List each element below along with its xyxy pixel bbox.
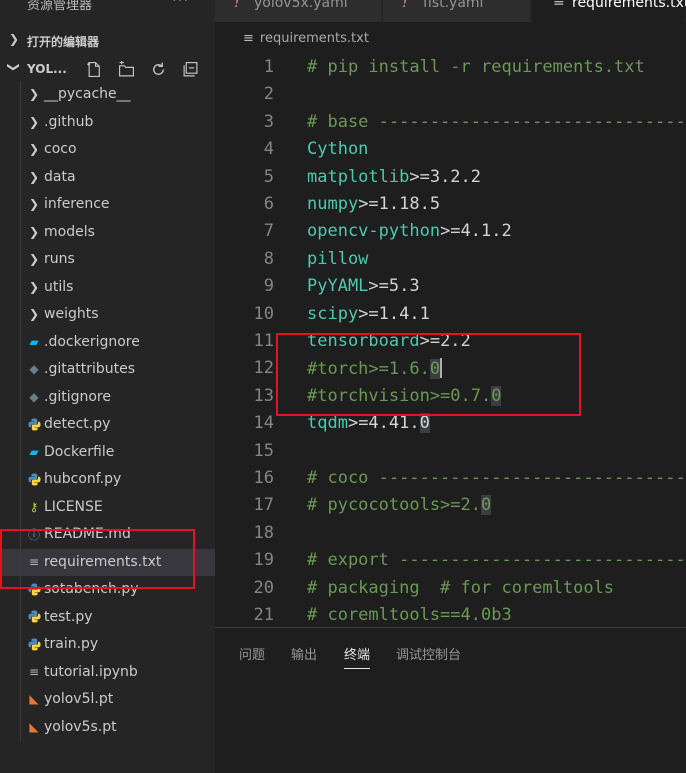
tree-item-runs[interactable]: ❯ runs (0, 246, 215, 274)
tree-item-yolov5l-pt[interactable]: ◣ yolov5l.pt (0, 686, 215, 714)
editor-tab-bar: ! yolov5x.yaml ! fist.yaml ≡ requirement… (215, 0, 686, 22)
project-folder-header[interactable]: ❯ YOL... (0, 56, 215, 82)
text-lines-icon: ≡ (28, 664, 40, 679)
code-line: 16# coco -------------------------------… (253, 468, 686, 488)
explorer-title: 资源管理器 (27, 0, 93, 13)
tree-item-license[interactable]: ⚷ LICENSE (0, 493, 215, 521)
git-icon: ◆ (29, 362, 39, 376)
tab-terminal[interactable]: 终端 (344, 644, 371, 669)
tab-problems[interactable]: 问题 (239, 644, 265, 663)
chevron-right-icon: ❯ (28, 252, 40, 266)
chevron-right-icon: ❯ (9, 32, 20, 46)
chevron-right-icon: ❯ (28, 279, 40, 294)
code-line: 19# export -----------------------------… (253, 550, 686, 571)
tree-item-test-py[interactable]: test.py (0, 603, 215, 631)
code-line: 6 numpy>=1.18.5 (263, 194, 441, 214)
tree-item-pycache[interactable]: ❯ __pycache__ (0, 81, 215, 109)
python-icon (27, 635, 41, 653)
refresh-icon[interactable] (147, 58, 169, 80)
new-folder-icon[interactable] (115, 58, 137, 80)
tree-item-gitignore[interactable]: ◆ .gitignore (0, 383, 215, 411)
code-line: 9 PyYAML>=5.3 (263, 276, 420, 297)
open-editors-section[interactable]: ❯ 打开的编辑器 (0, 29, 215, 53)
tree-item-dockerfile[interactable]: ▰ Dockerfile (0, 438, 215, 466)
license-key-icon: ⚷ (29, 499, 39, 514)
code-line: 20 # packaging # for coremltools (253, 577, 615, 598)
open-editors-label: 打开的编辑器 (27, 35, 100, 49)
tree-item-coco[interactable]: ❯ coco (0, 136, 215, 164)
tree-item-hubconf-py[interactable]: hubconf.py (0, 466, 215, 494)
code-line: 18 (253, 522, 274, 543)
code-line: 15 (253, 440, 274, 461)
rss-icon: ◣ (29, 692, 39, 706)
chevron-right-icon: ❯ (28, 114, 40, 129)
tree-item-data[interactable]: ❯ data (0, 163, 215, 191)
code-line: 1 # pip install -r requirements.txt (263, 57, 645, 77)
yaml-warning-icon: ! (234, 0, 241, 11)
tree-item-yolov5s-pt[interactable]: ◣ yolov5s.pt (0, 713, 215, 741)
explorer-sidebar: 资源管理器 ··· ❯ 打开的编辑器 ❯ YOL... ❯ __pycache__… (0, 0, 215, 773)
tree-item-utils[interactable]: ❯ utils (0, 273, 215, 301)
chevron-right-icon: ❯ (28, 87, 40, 101)
code-line: 8 pillow (263, 248, 369, 269)
yaml-warning-icon: ! (402, 0, 409, 11)
chevron-down-icon: ❯ (7, 61, 22, 73)
tab-debug-console[interactable]: 调试控制台 (396, 644, 461, 663)
tab-fist-yaml[interactable]: ! fist.yaml (383, 0, 531, 22)
python-icon (27, 470, 41, 488)
chevron-right-icon: ❯ (28, 307, 40, 321)
python-icon (27, 608, 41, 626)
breadcrumb[interactable]: ≡ requirements.txt (243, 31, 369, 46)
code-line: 2 (263, 84, 274, 105)
code-line: 5 matplotlib>=3.2.2 (263, 166, 482, 187)
text-lines-icon: ≡ (243, 31, 254, 46)
tab-yolov5x-yaml[interactable]: ! yolov5x.yaml (215, 0, 382, 22)
text-lines-icon: ≡ (553, 0, 565, 10)
code-line: 7 opencv-python>=4.1.2 (263, 221, 512, 242)
tree-item-train-py[interactable]: train.py (0, 631, 215, 659)
tree-item-inference[interactable]: ❯ inference (0, 191, 215, 219)
tree-item-tutorial-ipynb[interactable]: ≡ tutorial.ipynb (0, 658, 215, 686)
tree-item-detect-py[interactable]: detect.py (0, 411, 215, 439)
rss-icon: ◣ (29, 719, 39, 734)
docker-icon: ▰ (29, 444, 39, 459)
tab-output[interactable]: 输出 (291, 644, 317, 663)
collapse-all-icon[interactable] (179, 58, 201, 80)
file-tree: ❯ __pycache__ ❯ .github ❯ coco ❯ data ❯ infer… (0, 81, 215, 741)
chevron-right-icon: ❯ (28, 169, 40, 184)
tree-item-gitattributes[interactable]: ◆ .gitattributes (0, 356, 215, 384)
code-line: 21 # coremltools==4.0b3 (253, 605, 512, 625)
tree-item-github[interactable]: ❯ .github (0, 108, 215, 136)
python-icon (27, 415, 41, 433)
code-line: 3# base --------------------------------… (263, 111, 686, 132)
code-line: 17 # pycocotools>=2.0 (253, 495, 492, 516)
chevron-right-icon: ❯ (28, 224, 40, 239)
bottom-panel: 问题 输出 终端 调试控制台 (215, 627, 686, 773)
more-actions-icon[interactable]: ··· (172, 0, 189, 9)
git-icon: ◆ (29, 389, 39, 404)
highlight-box-torch-lines (276, 333, 581, 416)
chevron-right-icon: ❯ (28, 197, 40, 211)
tree-item-dockerignore[interactable]: ▰ .dockerignore (0, 328, 215, 356)
new-file-icon[interactable] (83, 58, 105, 80)
chevron-right-icon: ❯ (28, 142, 40, 156)
docker-icon: ▰ (29, 334, 39, 349)
project-folder-label: YOL... (27, 62, 67, 76)
tree-item-models[interactable]: ❯ models (0, 218, 215, 246)
code-line: 4 Cython (263, 139, 369, 160)
tab-requirements-txt[interactable]: ≡ requirements.txt (532, 0, 686, 22)
code-line: 10 scipy>=1.4.1 (253, 303, 430, 324)
highlight-box-requirements-file (0, 529, 195, 589)
tree-item-weights[interactable]: ❯ weights (0, 301, 215, 329)
